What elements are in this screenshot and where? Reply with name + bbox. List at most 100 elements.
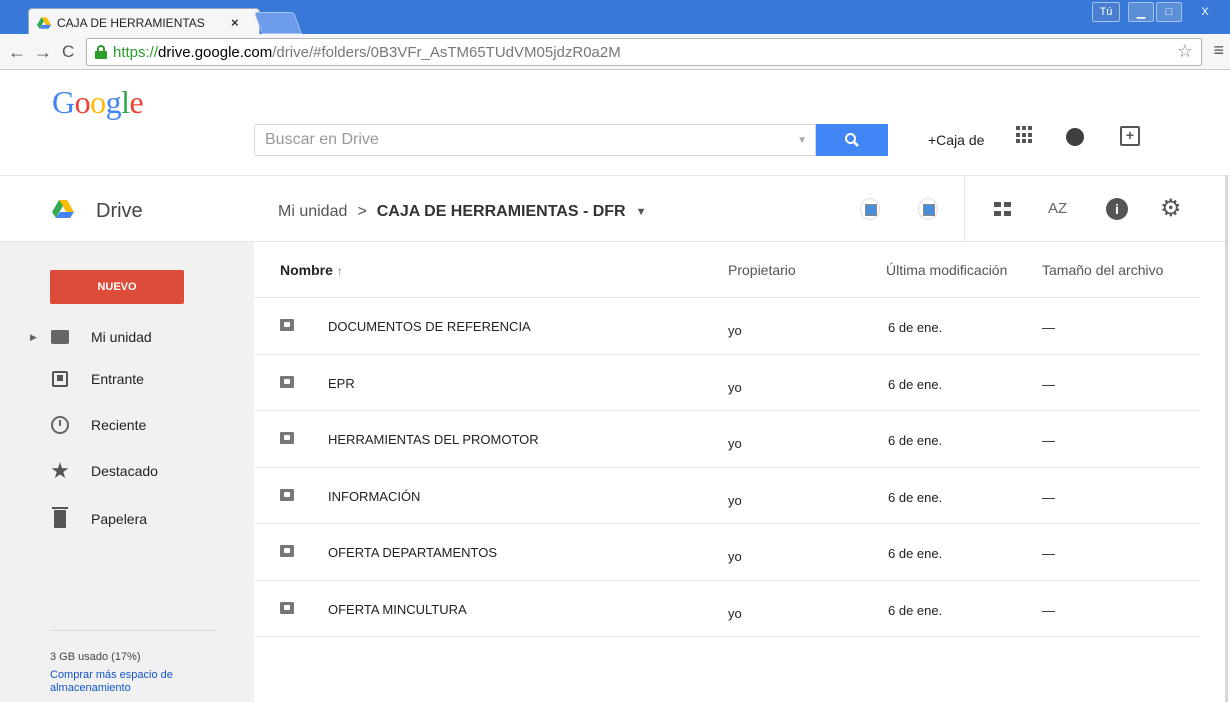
file-name: OFERTA DEPARTAMENTOS — [328, 545, 498, 560]
file-size: — — [1042, 320, 1055, 335]
file-list: Nombre ↑ Propietario Última modificación … — [254, 242, 1200, 637]
sidebar-item-label: Reciente — [91, 417, 147, 433]
apps-grid-icon[interactable] — [1016, 126, 1034, 144]
file-owner: yo — [728, 549, 742, 564]
minimize-icon[interactable]: ▁ — [1128, 2, 1154, 22]
close-icon[interactable]: X — [1184, 2, 1226, 22]
file-name: DOCUMENTOS DE REFERENCIA — [328, 319, 531, 334]
broken-image-icon[interactable] — [860, 198, 880, 220]
logo-letter: l — [121, 84, 130, 120]
column-name-header[interactable]: Nombre ↑ — [280, 262, 343, 278]
user-badge[interactable]: Tú — [1092, 2, 1120, 22]
menu-icon[interactable]: ≡ — [1213, 40, 1224, 61]
clock-icon — [50, 415, 70, 435]
column-label: Nombre — [280, 262, 333, 278]
search-input[interactable]: Buscar en Drive ▼ — [254, 124, 816, 156]
info-icon[interactable]: i — [1106, 198, 1128, 220]
chevron-down-icon[interactable]: ▼ — [636, 206, 647, 218]
breadcrumb-current[interactable]: CAJA DE HERRAMIENTAS - DFR — [377, 203, 626, 221]
shared-folder-icon — [280, 488, 294, 501]
search-placeholder: Buscar en Drive — [265, 131, 379, 148]
lock-icon — [95, 45, 107, 59]
share-icon[interactable]: + — [1120, 126, 1140, 146]
reload-icon[interactable]: C — [62, 42, 74, 62]
drive-title[interactable]: Drive — [96, 200, 143, 223]
forward-arrow-icon[interactable]: → — [34, 42, 52, 63]
table-row[interactable]: INFORMACIÓN yo 6 de ene. — — [254, 468, 1200, 524]
table-row[interactable]: OFERTA MINCULTURA yo 6 de ene. — — [254, 581, 1200, 637]
shared-folder-icon — [280, 375, 294, 388]
sort-az-icon[interactable]: AZ — [1048, 200, 1067, 217]
column-modified-header[interactable]: Última modificación — [886, 262, 1007, 278]
sidebar-item-label: Entrante — [91, 371, 144, 387]
file-size: — — [1042, 489, 1055, 505]
address-bar: ← → C https:// drive.google.com /drive/#… — [0, 34, 1230, 70]
shared-folder-icon — [280, 545, 294, 557]
table-row[interactable]: DOCUMENTOS DE REFERENCIA yo 6 de ene. — — [254, 298, 1200, 355]
url-field[interactable]: https:// drive.google.com /drive/#folder… — [86, 38, 1202, 66]
sidebar-item-reciente[interactable]: Reciente — [0, 410, 254, 440]
window-controls: Tú ▁ □ X — [1092, 2, 1226, 22]
drive-tab-icon — [37, 16, 51, 29]
google-logo[interactable]: Google — [52, 84, 144, 121]
column-owner-header[interactable]: Propietario — [728, 262, 796, 278]
file-size: — — [1042, 546, 1055, 561]
browser-tab[interactable]: CAJA DE HERRAMIENTAS × — [28, 8, 260, 36]
file-owner: yo — [728, 379, 742, 395]
toolbar-divider — [964, 176, 965, 242]
storage-divider — [50, 630, 218, 631]
maximize-icon[interactable]: □ — [1156, 2, 1182, 22]
search-button[interactable] — [816, 124, 888, 156]
shared-folder-icon — [280, 432, 294, 444]
tab-close-icon[interactable]: × — [231, 15, 239, 30]
sidebar-item-entrante[interactable]: Entrante — [0, 364, 254, 394]
expand-arrow-icon[interactable]: ▶ — [30, 332, 37, 343]
search-options-icon[interactable]: ▼ — [797, 135, 807, 146]
file-modified: 6 de ene. — [888, 489, 943, 505]
bookmark-star-icon[interactable]: ☆ — [1177, 41, 1193, 62]
sidebar-item-papelera[interactable]: Papelera — [0, 504, 254, 534]
table-row[interactable]: EPR yo 6 de ene. — — [254, 355, 1200, 411]
sort-arrow-icon: ↑ — [336, 264, 343, 278]
trash-icon — [50, 507, 70, 529]
file-owner: yo — [728, 492, 742, 508]
profile-link[interactable]: +Caja de — [928, 132, 984, 148]
file-size: — — [1042, 376, 1055, 392]
sidebar-item-label: Destacado — [91, 463, 158, 479]
search-icon — [845, 133, 859, 147]
buy-storage-link[interactable]: Comprar más espacio de almacenamiento — [50, 669, 220, 695]
storage-usage: 3 GB usado (17%) — [50, 651, 141, 663]
file-modified: 6 de ene. — [888, 376, 943, 392]
logo-letter: G — [52, 84, 75, 120]
logo-letter: e — [129, 84, 144, 120]
file-owner: yo — [728, 323, 742, 338]
scrollbar[interactable] — [1225, 176, 1228, 702]
new-tab-button[interactable] — [253, 12, 303, 34]
column-size-header[interactable]: Tamaño del archivo — [1042, 262, 1163, 278]
table-row[interactable]: HERRAMIENTAS DEL PROMOTOR yo 6 de ene. — — [254, 411, 1200, 468]
sidebar-item-mi-unidad[interactable]: ▶ Mi unidad — [0, 322, 254, 352]
url-scheme: https:// — [113, 43, 159, 61]
list-header: Nombre ↑ Propietario Última modificación … — [254, 242, 1200, 298]
file-size: — — [1042, 433, 1055, 448]
logo-letter: o — [74, 84, 91, 120]
shared-folder-icon — [280, 319, 294, 331]
file-name: HERRAMIENTAS DEL PROMOTOR — [328, 432, 539, 447]
new-button[interactable]: NUEVO — [50, 270, 184, 304]
table-row[interactable]: OFERTA DEPARTAMENTOS yo 6 de ene. — — [254, 524, 1200, 581]
sidebar-item-destacado[interactable]: ★ Destacado — [0, 456, 254, 486]
file-size: — — [1042, 602, 1055, 618]
file-name: INFORMACIÓN — [328, 488, 421, 504]
back-arrow-icon[interactable]: ← — [8, 42, 26, 63]
grid-view-icon[interactable] — [994, 202, 1012, 216]
file-modified: 6 de ene. — [888, 320, 943, 335]
file-name: OFERTA MINCULTURA — [328, 601, 467, 617]
notifications-icon[interactable] — [1066, 128, 1084, 146]
star-icon: ★ — [50, 458, 70, 483]
logo-letter: g — [105, 84, 122, 120]
file-name: EPR — [328, 375, 355, 391]
breadcrumb-root[interactable]: Mi unidad — [278, 203, 347, 221]
drive-toolbar: Drive Mi unidad > CAJA DE HERRAMIENTAS -… — [0, 176, 1230, 242]
broken-image-icon[interactable] — [918, 198, 938, 220]
settings-gear-icon[interactable]: ⚙ — [1160, 194, 1182, 223]
